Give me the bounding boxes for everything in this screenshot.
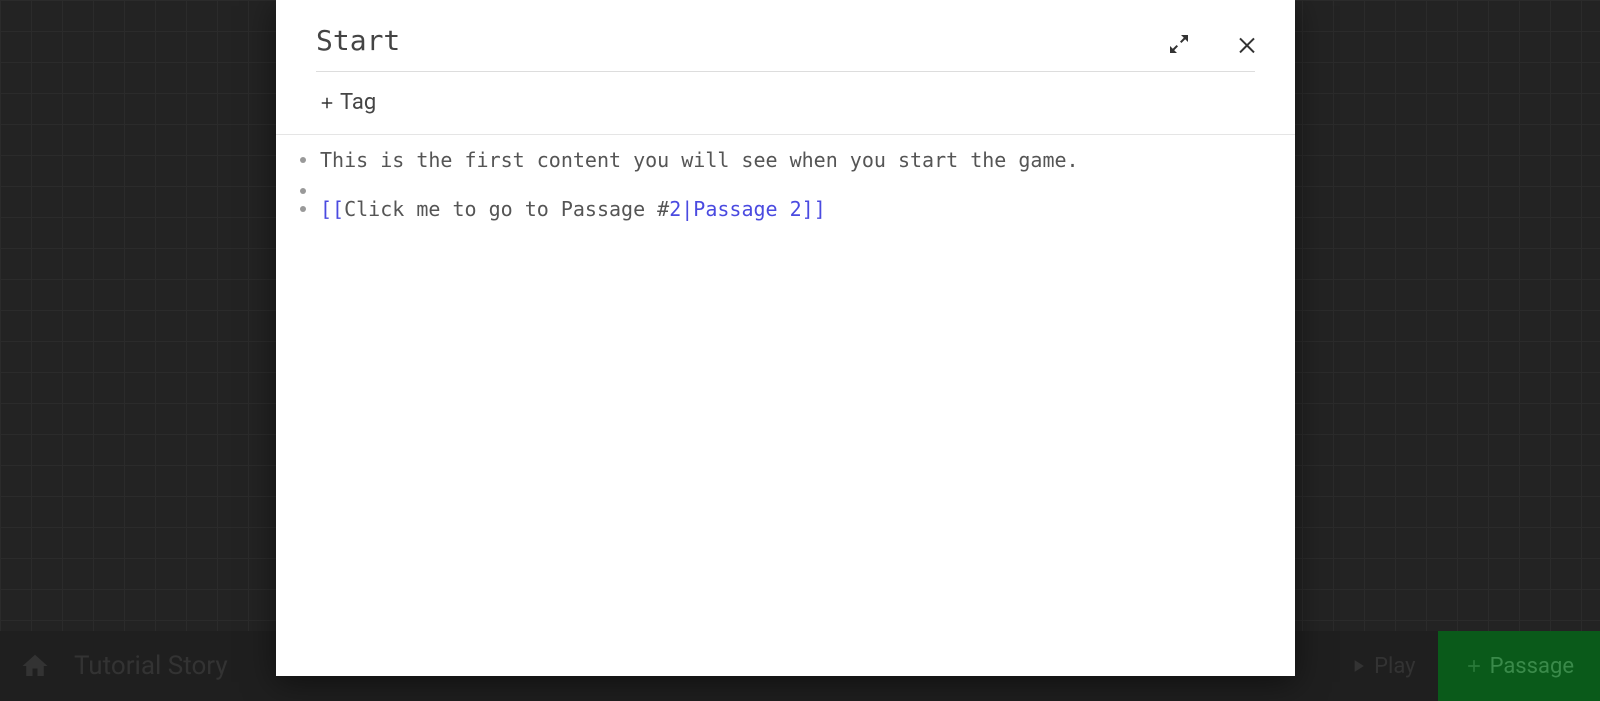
modal-header-icons bbox=[1165, 30, 1261, 58]
close-button[interactable] bbox=[1233, 30, 1261, 58]
play-label: Play bbox=[1374, 654, 1415, 679]
expand-icon bbox=[1167, 32, 1191, 56]
play-button[interactable]: Play bbox=[1326, 631, 1437, 701]
modal-header bbox=[276, 0, 1295, 72]
bottom-right-controls: Play Passage bbox=[1326, 631, 1600, 701]
expand-button[interactable] bbox=[1165, 30, 1193, 58]
add-tag-label: Tag bbox=[340, 90, 376, 115]
play-icon bbox=[1348, 655, 1368, 677]
line-text[interactable]: [[Click me to go to Passage #2|Passage 2… bbox=[320, 194, 826, 225]
home-icon bbox=[20, 651, 50, 681]
title-row bbox=[316, 24, 1255, 72]
tag-row: Tag bbox=[276, 72, 1295, 135]
line-text[interactable]: This is the first content you will see w… bbox=[320, 145, 1079, 176]
gutter-bullet-icon bbox=[300, 157, 306, 163]
editor-line bbox=[296, 176, 1275, 194]
home-button[interactable] bbox=[20, 651, 50, 681]
add-passage-button[interactable]: Passage bbox=[1438, 631, 1600, 701]
link-target: 2|Passage 2]] bbox=[669, 197, 826, 221]
link-text: Click me to go to Passage # bbox=[344, 197, 669, 221]
plus-icon bbox=[1464, 656, 1484, 676]
story-name[interactable]: Tutorial Story bbox=[74, 651, 228, 681]
plus-icon bbox=[318, 94, 336, 112]
add-passage-label: Passage bbox=[1490, 654, 1574, 679]
editor-line: [[Click me to go to Passage #2|Passage 2… bbox=[296, 194, 1275, 225]
gutter-bullet-icon bbox=[300, 206, 306, 212]
gutter-bullet-icon bbox=[300, 188, 306, 194]
add-tag-button[interactable]: Tag bbox=[318, 90, 376, 115]
passage-title-input[interactable] bbox=[316, 24, 1255, 57]
passage-body-editor[interactable]: This is the first content you will see w… bbox=[276, 135, 1295, 677]
passage-editor-modal: Tag This is the first content you will s… bbox=[276, 0, 1295, 676]
editor-line: This is the first content you will see w… bbox=[296, 145, 1275, 176]
link-bracket: [[ bbox=[320, 197, 344, 221]
close-icon bbox=[1235, 32, 1259, 56]
